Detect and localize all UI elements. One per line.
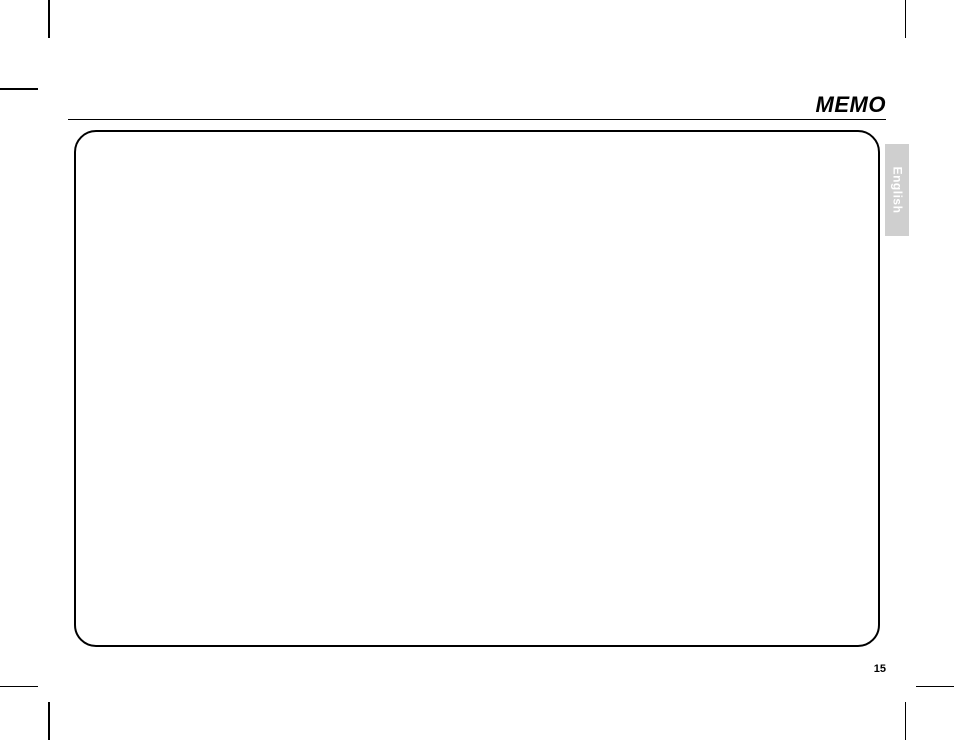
crop-mark [905,0,907,38]
crop-mark [48,702,50,740]
page-content: MEMO 15 [68,88,886,687]
header-rule [68,119,886,121]
crop-mark [916,686,954,688]
memo-box [74,130,880,647]
header: MEMO [68,88,886,120]
crop-mark [0,88,38,90]
crop-mark [48,0,50,38]
language-tab-label: English [890,167,904,214]
page-number: 15 [874,663,886,675]
page-title: MEMO [816,92,886,118]
crop-mark [905,702,907,740]
language-tab: English [885,144,909,236]
crop-mark [0,686,38,688]
